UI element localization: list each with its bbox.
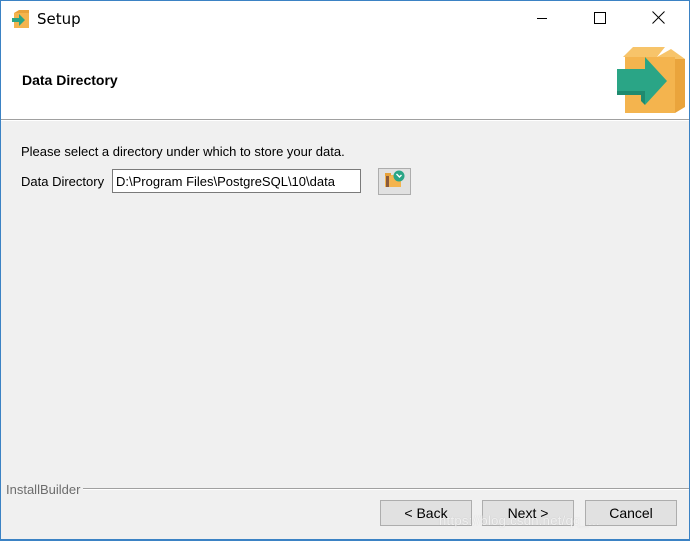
- data-directory-label: Data Directory: [21, 174, 105, 189]
- page-title: Data Directory: [22, 72, 118, 88]
- title-bar[interactable]: Setup: [1, 1, 689, 39]
- installer-box-arrow-icon: [615, 45, 687, 115]
- maximize-button[interactable]: [577, 1, 623, 39]
- folder-browse-icon: [384, 169, 406, 194]
- instruction-text: Please select a directory under which to…: [21, 144, 345, 159]
- window-title: Setup: [37, 10, 81, 28]
- close-button[interactable]: [635, 1, 681, 39]
- minimize-icon: [536, 11, 548, 29]
- footer-separator: [83, 488, 689, 490]
- browse-folder-button[interactable]: [378, 168, 411, 195]
- installer-box-icon: [11, 10, 31, 30]
- watermark-text: https://blog.csdn.net/qq_...: [439, 513, 600, 528]
- close-icon: [651, 11, 665, 29]
- installbuilder-brand: InstallBuilder: [6, 482, 81, 497]
- header-separator: [1, 119, 689, 121]
- maximize-icon: [594, 11, 606, 29]
- setup-window: Setup Data Directory Please select a dir…: [0, 0, 690, 541]
- page-header: Data Directory: [1, 39, 689, 119]
- minimize-button[interactable]: [519, 1, 565, 39]
- data-directory-input[interactable]: [112, 169, 361, 193]
